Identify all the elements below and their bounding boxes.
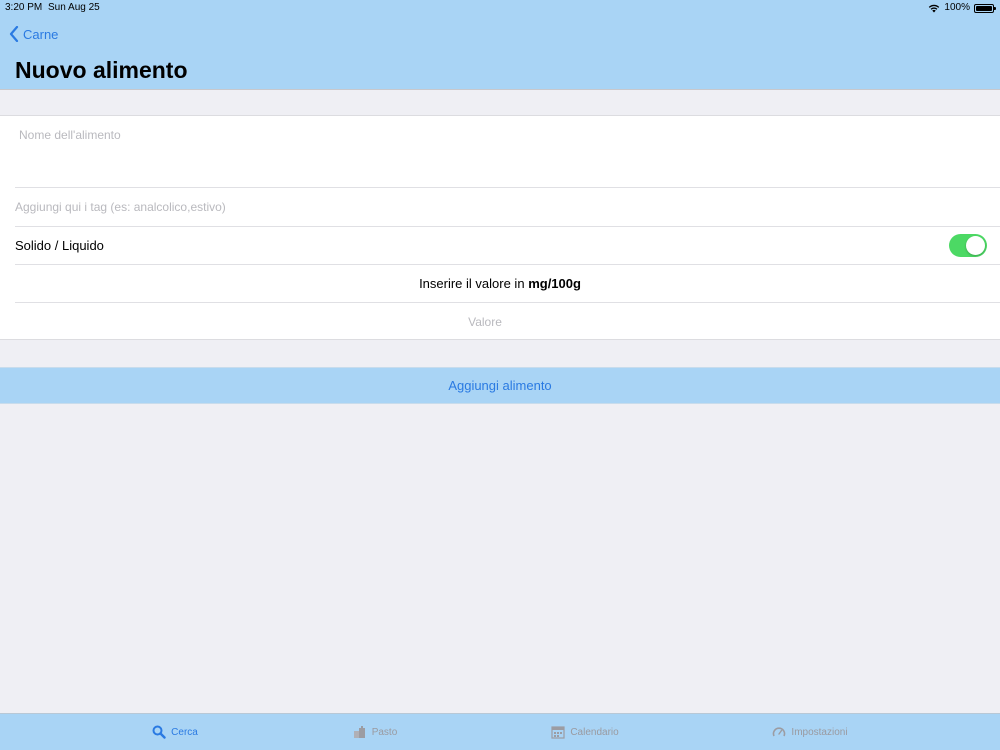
tags-row	[15, 188, 1000, 227]
status-date: Sun Aug 25	[48, 2, 100, 13]
tab-label: Cerca	[171, 726, 198, 738]
unit-instruction: Inserire il valore in mg/100g	[15, 265, 985, 302]
tab-label: Pasto	[371, 726, 398, 738]
tags-input[interactable]	[15, 188, 975, 226]
value-input[interactable]	[0, 303, 970, 340]
wifi-icon	[929, 4, 940, 13]
status-time: 3:20 PM	[5, 2, 43, 13]
unit-prefix: Inserire il valore in	[419, 276, 525, 291]
battery-icon	[974, 3, 996, 13]
tab-cerca[interactable]: Cerca	[90, 714, 260, 750]
tab-label: Impostazioni	[791, 726, 848, 738]
new-food-form: Solido / Liquido Inserire il valore in m…	[0, 115, 1000, 340]
solid-liquid-toggle[interactable]	[949, 234, 987, 257]
unit-row: Inserire il valore in mg/100g	[15, 265, 1000, 303]
toggle-knob	[966, 236, 985, 255]
chevron-left-icon	[9, 26, 19, 42]
solid-liquid-label: Solido / Liquido	[15, 238, 104, 253]
search-icon	[152, 725, 166, 739]
solid-liquid-row: Solido / Liquido	[15, 227, 1000, 265]
calendar-icon	[551, 726, 565, 739]
tab-impostazioni[interactable]: Impostazioni	[720, 714, 900, 750]
tab-label: Calendario	[570, 726, 619, 738]
unit-value: mg/100g	[528, 276, 581, 291]
navigation-header: 3:20 PM Sun Aug 25 100% Carne Nuovo alim…	[0, 0, 1000, 90]
status-indicators: 100%	[928, 0, 996, 16]
value-row	[0, 303, 1000, 340]
status-bar: 3:20 PM Sun Aug 25 100%	[0, 0, 1000, 16]
food-name-row	[15, 116, 1000, 188]
food-name-input[interactable]	[19, 128, 979, 142]
tab-bar: Cerca Pasto Calendario Impostazioni	[0, 713, 1000, 750]
tab-calendario[interactable]: Calendario	[490, 714, 680, 750]
meal-icon	[353, 726, 365, 738]
gauge-icon	[773, 727, 786, 737]
back-button-label: Carne	[23, 26, 59, 42]
back-button[interactable]: Carne	[9, 24, 58, 44]
add-food-button[interactable]: Aggiungi alimento	[0, 367, 1000, 404]
page-title: Nuovo alimento	[15, 57, 188, 83]
tab-pasto[interactable]: Pasto	[290, 714, 460, 750]
battery-percent: 100%	[944, 2, 970, 13]
